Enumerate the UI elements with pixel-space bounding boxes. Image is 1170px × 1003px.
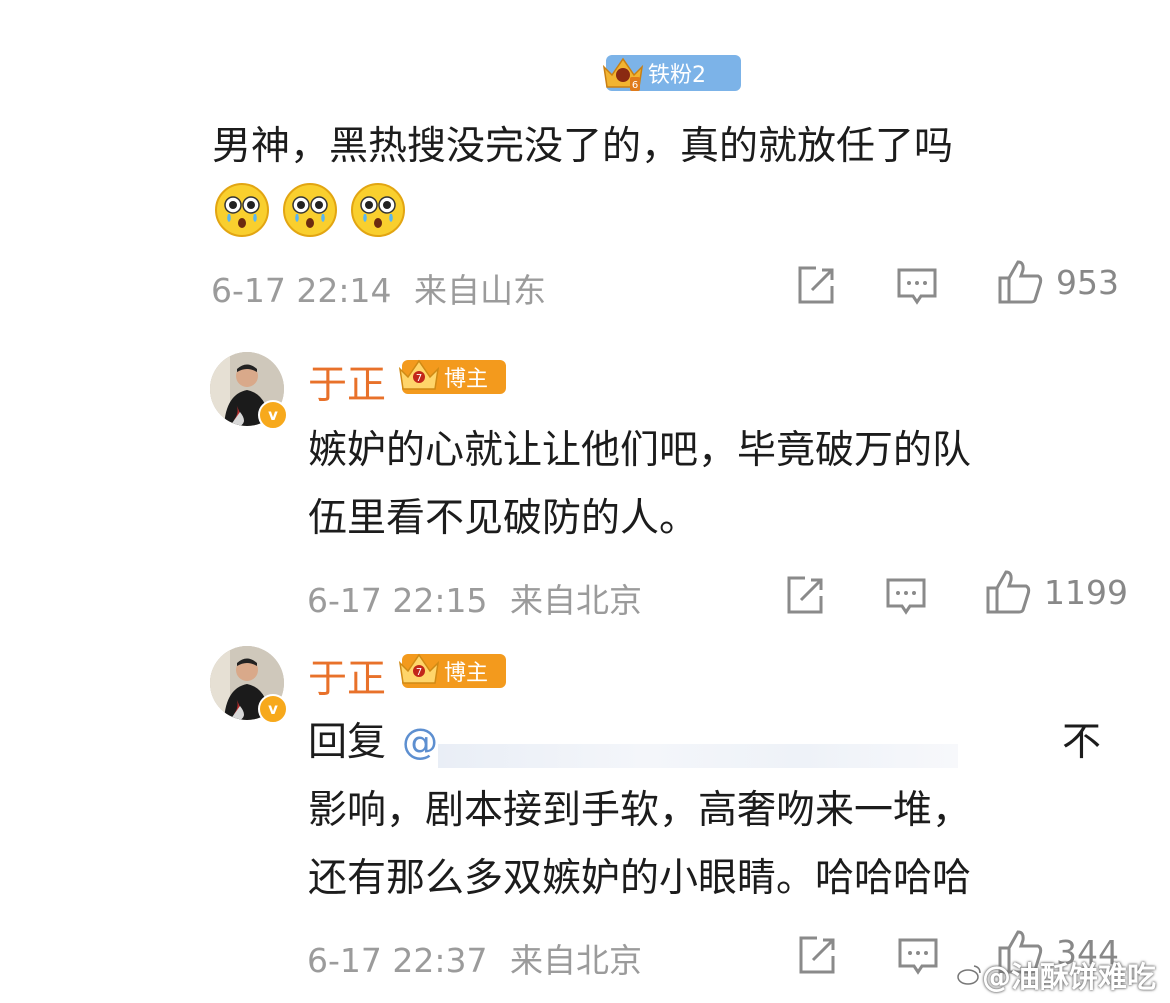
host-badge-label: 博主	[444, 661, 489, 686]
fan-level-badge: 6 铁粉2	[602, 55, 741, 91]
like-button[interactable]: 1199	[984, 568, 1128, 616]
author-name[interactable]: 于正	[308, 354, 386, 410]
reply-text-line: 不	[1062, 720, 1102, 765]
svg-text:7: 7	[416, 373, 422, 384]
host-badge-label: 博主	[444, 367, 489, 392]
redacted-username	[438, 744, 958, 768]
reply-meta: 6-17 22:15 来自北京	[307, 574, 642, 622]
comment-location: 来自山东	[414, 271, 546, 310]
like-button[interactable]: 953	[996, 258, 1119, 306]
comment-button[interactable]	[895, 264, 939, 312]
host-badge: 7 博主	[398, 653, 506, 688]
svg-text:7: 7	[416, 667, 422, 678]
reply-meta: 6-17 22:37 来自北京	[307, 934, 642, 982]
crying-surprised-emoji-icon	[215, 183, 269, 237]
comment-icon	[886, 578, 926, 615]
reply-prefix: 回复	[308, 720, 387, 765]
reply-text-line: 嫉妒的心就让让他们吧，毕竟破万的队	[308, 428, 972, 473]
thumbs-up-icon	[986, 570, 1031, 614]
reply-text-line: 还有那么多双嫉妒的小眼睛。哈哈哈哈	[308, 856, 972, 901]
fan-badge-label: 铁粉2	[648, 63, 706, 88]
weibo-logo-icon	[957, 965, 981, 985]
share-icon	[799, 936, 835, 974]
comment-icon	[898, 938, 938, 975]
watermark: @油酥饼难吃	[956, 954, 1156, 996]
reply-location: 来自北京	[510, 941, 642, 980]
like-count: 953	[1056, 262, 1119, 302]
reply-text-line: 影响，剧本接到手软，高奢吻来一堆，	[308, 788, 972, 833]
share-icon	[787, 576, 823, 614]
comment-time: 6-17 22:14	[211, 271, 392, 310]
crying-surprised-emoji-icon	[351, 183, 405, 237]
share-button[interactable]	[794, 264, 838, 312]
crying-surprised-emoji-icon	[283, 183, 337, 237]
comment-icon	[897, 268, 937, 305]
comment-meta: 6-17 22:14 来自山东	[211, 264, 546, 312]
crown-icon: 6	[600, 53, 646, 93]
crown-icon: 7	[396, 357, 442, 397]
verified-badge-icon: v	[258, 694, 288, 724]
comment-text: 男神，黑热搜没完没了的，真的就放任了吗	[212, 124, 954, 169]
share-button[interactable]	[783, 574, 827, 622]
thumbs-up-icon	[998, 260, 1043, 304]
comment-button[interactable]	[884, 574, 928, 622]
reply-location: 来自北京	[510, 581, 642, 620]
comment-button[interactable]	[896, 934, 940, 982]
share-button[interactable]	[795, 934, 839, 982]
host-badge: 7 博主	[398, 359, 506, 394]
crown-icon: 7	[396, 651, 442, 691]
verified-badge-icon: v	[258, 400, 288, 430]
mention-link[interactable]: @	[402, 722, 438, 763]
watermark-text: @油酥饼难吃	[982, 960, 1157, 994]
author-name[interactable]: 于正	[308, 648, 386, 704]
share-icon	[798, 266, 834, 304]
reply-text-line: 伍里看不见破防的人。	[308, 496, 699, 541]
reply-time: 6-17 22:15	[307, 581, 488, 620]
emoji-row	[214, 182, 406, 238]
reply-time: 6-17 22:37	[307, 941, 488, 980]
like-count: 1199	[1044, 572, 1128, 612]
svg-text:6: 6	[632, 80, 638, 91]
